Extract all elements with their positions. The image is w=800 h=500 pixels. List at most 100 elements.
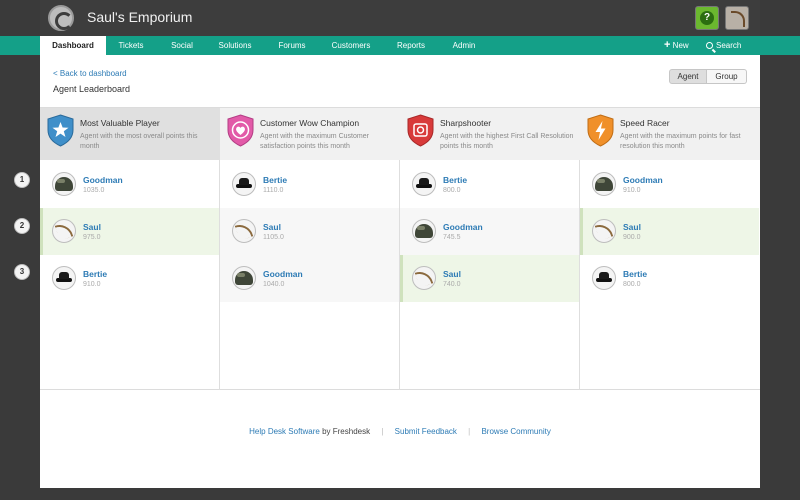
agent-name-link[interactable]: Goodman — [83, 175, 123, 185]
category-column-mvp: Most Valuable Player Agent with the most… — [40, 108, 220, 390]
nav-tab-forums[interactable]: Forums — [268, 36, 316, 55]
plus-icon: + — [664, 39, 671, 51]
agent-avatar — [412, 219, 436, 243]
footer-separator: | — [468, 427, 471, 436]
nav-tab-admin[interactable]: Admin — [442, 36, 486, 55]
app-title: Saul's Emporium — [87, 9, 193, 25]
category-title: Most Valuable Player — [80, 118, 160, 128]
agent-points: 800.0 — [623, 281, 641, 288]
leaderboard-row: Goodman 1035.0 — [40, 161, 219, 208]
app-header: Saul's Emporium ? — [40, 0, 760, 36]
agent-avatar — [52, 172, 76, 196]
main-panel: < Back to dashboard Agent Leaderboard Ag… — [40, 55, 760, 488]
leaderboard-row: Goodman 1040.0 — [220, 255, 399, 302]
browse-community-link[interactable]: Browse Community — [481, 427, 550, 436]
category-column-wow-champion: Customer Wow Champion Agent with the max… — [220, 108, 400, 390]
group-toggle-button[interactable]: Group — [707, 69, 747, 84]
agent-toggle-button[interactable]: Agent — [669, 69, 707, 84]
nav-tab-dashboard[interactable]: Dashboard — [40, 36, 106, 55]
agent-avatar — [592, 266, 616, 290]
nav-tab-reports[interactable]: Reports — [388, 36, 434, 55]
footer-by-text: by Freshdesk — [319, 427, 371, 436]
agent-avatar — [52, 266, 76, 290]
nav-tab-tickets[interactable]: Tickets — [108, 36, 154, 55]
agent-name-link[interactable]: Goodman — [443, 222, 483, 232]
category-column-speed-racer: Speed Racer Agent with the maximum point… — [580, 108, 760, 390]
agent-points: 800.0 — [443, 187, 461, 194]
agent-name-link[interactable]: Bertie — [83, 269, 107, 279]
main-nav: Dashboard Tickets Social Solutions Forum… — [0, 36, 800, 55]
agent-name-link[interactable]: Goodman — [263, 269, 303, 279]
rank-marker-2: 2 — [14, 218, 30, 234]
app-logo-icon[interactable] — [48, 5, 74, 31]
leaderboard-row: Saul 1105.0 — [220, 208, 399, 255]
agent-points: 1105.0 — [263, 234, 284, 241]
nav-tab-social[interactable]: Social — [160, 36, 204, 55]
lightning-icon — [586, 114, 615, 147]
agent-avatar — [232, 172, 256, 196]
leaderboard-row: Goodman 910.0 — [580, 161, 759, 208]
search-button[interactable]: Search — [706, 36, 741, 55]
agent-name-link[interactable]: Saul — [623, 222, 641, 232]
agent-points: 1035.0 — [83, 187, 105, 194]
agent-points: 1110.0 — [263, 187, 284, 194]
category-title: Customer Wow Champion — [260, 118, 360, 128]
leaderboard-row: Saul 975.0 — [40, 208, 219, 255]
back-to-dashboard-link[interactable]: < Back to dashboard — [53, 69, 127, 78]
agent-name-link[interactable]: Saul — [83, 222, 101, 232]
leaderboard-row: Bertie 1110.0 — [220, 161, 399, 208]
category-description: Agent with the highest First Call Resolu… — [440, 133, 574, 150]
agent-name-link[interactable]: Bertie — [443, 175, 467, 185]
page-title: Agent Leaderboard — [53, 84, 131, 94]
category-header: Customer Wow Champion Agent with the max… — [220, 108, 400, 160]
search-icon — [706, 42, 713, 49]
category-title: Sharpshooter — [440, 118, 492, 128]
help-icon: ? — [700, 11, 714, 25]
new-button[interactable]: + New — [664, 36, 689, 55]
agent-name-link[interactable]: Goodman — [623, 175, 663, 185]
page-footer: Help Desk Software by Freshdesk | Submit… — [40, 427, 760, 436]
new-button-label: New — [672, 41, 689, 50]
help-desk-software-link[interactable]: Help Desk Software — [249, 427, 320, 436]
leaderboard-row: Bertie 800.0 — [580, 255, 759, 302]
rank-marker-1: 1 — [14, 172, 30, 188]
agent-avatar — [412, 172, 436, 196]
nav-tab-solutions[interactable]: Solutions — [210, 36, 260, 55]
help-button[interactable]: ? — [695, 6, 719, 30]
agent-avatar — [592, 172, 616, 196]
agent-name-link[interactable]: Bertie — [623, 269, 647, 279]
agent-avatar — [412, 266, 436, 290]
agent-avatar — [232, 266, 256, 290]
agent-avatar — [52, 219, 76, 243]
star-icon — [46, 114, 75, 147]
agent-points: 910.0 — [83, 281, 101, 288]
agent-points: 900.0 — [623, 234, 641, 241]
category-header: Speed Racer Agent with the maximum point… — [580, 108, 760, 160]
target-icon — [406, 114, 435, 147]
agent-points: 1040.0 — [263, 281, 285, 288]
leaderboard-row: Bertie 910.0 — [40, 255, 219, 302]
agent-name-link[interactable]: Bertie — [263, 175, 287, 185]
category-description: Agent with the maximum Customer satisfac… — [260, 133, 369, 150]
leaderboard-row: Bertie 800.0 — [400, 161, 579, 208]
rank-marker-3: 3 — [14, 264, 30, 280]
submit-feedback-link[interactable]: Submit Feedback — [395, 427, 457, 436]
leaderboard-grid: Most Valuable Player Agent with the most… — [40, 107, 760, 390]
leaderboard-row: Saul 900.0 — [580, 208, 759, 255]
agent-name-link[interactable]: Saul — [443, 269, 461, 279]
search-button-label: Search — [716, 41, 742, 50]
leaderboard-row: Goodman 745.5 — [400, 208, 579, 255]
user-profile-avatar[interactable] — [725, 6, 749, 30]
agent-avatar — [232, 219, 256, 243]
category-header: Most Valuable Player Agent with the most… — [40, 108, 220, 160]
leaderboard-row: Saul 740.0 — [400, 255, 579, 302]
category-header: Sharpshooter Agent with the highest Firs… — [400, 108, 580, 160]
agent-points: 975.0 — [83, 234, 101, 241]
agent-points: 740.0 — [443, 281, 461, 288]
agent-points: 910.0 — [623, 187, 641, 194]
category-description: Agent with the maximum points for fast r… — [620, 133, 741, 150]
category-title: Speed Racer — [620, 118, 670, 128]
nav-tab-customers[interactable]: Customers — [322, 36, 380, 55]
agent-name-link[interactable]: Saul — [263, 222, 281, 232]
agent-points: 745.5 — [443, 234, 461, 241]
